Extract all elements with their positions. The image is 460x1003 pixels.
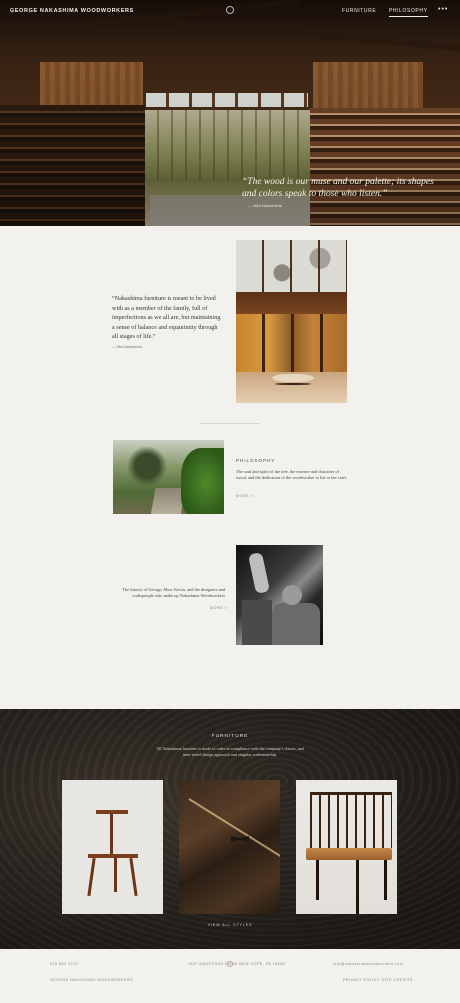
section-divider xyxy=(200,423,260,424)
woodworker-photo[interactable] xyxy=(236,545,323,645)
hero-quote-attribution: Mira Nakashima xyxy=(248,203,282,208)
interior-room-photo xyxy=(236,240,347,403)
philosophy-heading: PHILOSOPHY xyxy=(236,458,276,463)
brand-logo-text[interactable]: GEORGE NAKASHIMA WOODWORKERS xyxy=(10,8,134,14)
garden-path-photo[interactable] xyxy=(113,440,224,514)
furniture-card-slab[interactable] xyxy=(179,780,280,914)
nav-philosophy[interactable]: PHILOSOPHY xyxy=(389,8,428,17)
footer-copyright: GEORGE NAKASHIMA WOODWORKERS xyxy=(50,978,133,982)
footer-phone[interactable]: 215 862 2272 xyxy=(50,962,78,966)
philosophy-body: The soul and spirit of the tree, the ess… xyxy=(236,469,348,481)
history-body: The history of George, Mira, Kevin, and … xyxy=(122,587,225,599)
furniture-description: All Nakashima furniture is made to order… xyxy=(156,746,304,757)
nav-furniture[interactable]: FURNITURE xyxy=(342,8,376,14)
footer-mark-icon xyxy=(227,961,233,967)
hero-quote: “The wood is our muse and our palette; i… xyxy=(242,177,434,199)
philosophy-more-link[interactable]: MORE > xyxy=(236,494,253,498)
furniture-card-chair[interactable] xyxy=(296,780,397,914)
brand-mark-icon[interactable] xyxy=(226,6,234,14)
family-quote-attribution: Mira Nakashima xyxy=(112,345,141,349)
family-quote: “Nakashima furniture is meant to be live… xyxy=(112,295,221,341)
history-more-link[interactable]: MORE > xyxy=(210,606,227,610)
more-menu-icon[interactable]: ••• xyxy=(438,6,448,13)
footer xyxy=(0,949,460,1003)
footer-address[interactable]: 1847 AQUETONG ROAD NEW HOPE, PA 18938 xyxy=(188,962,285,966)
footer-link-privacy[interactable]: PRIVACY POLICY xyxy=(343,978,380,982)
view-all-styles-link[interactable]: VIEW ALL STYLES xyxy=(0,923,460,927)
footer-email[interactable]: info@nakashimawoodworkers.com xyxy=(333,962,403,966)
footer-link-credits[interactable]: SITE CREDITS xyxy=(382,978,413,982)
furniture-card-stool[interactable] xyxy=(62,780,163,914)
furniture-heading: FURNITURE xyxy=(211,734,249,739)
top-navigation: GEORGE NAKASHIMA WOODWORKERS FURNITURE P… xyxy=(0,0,460,24)
